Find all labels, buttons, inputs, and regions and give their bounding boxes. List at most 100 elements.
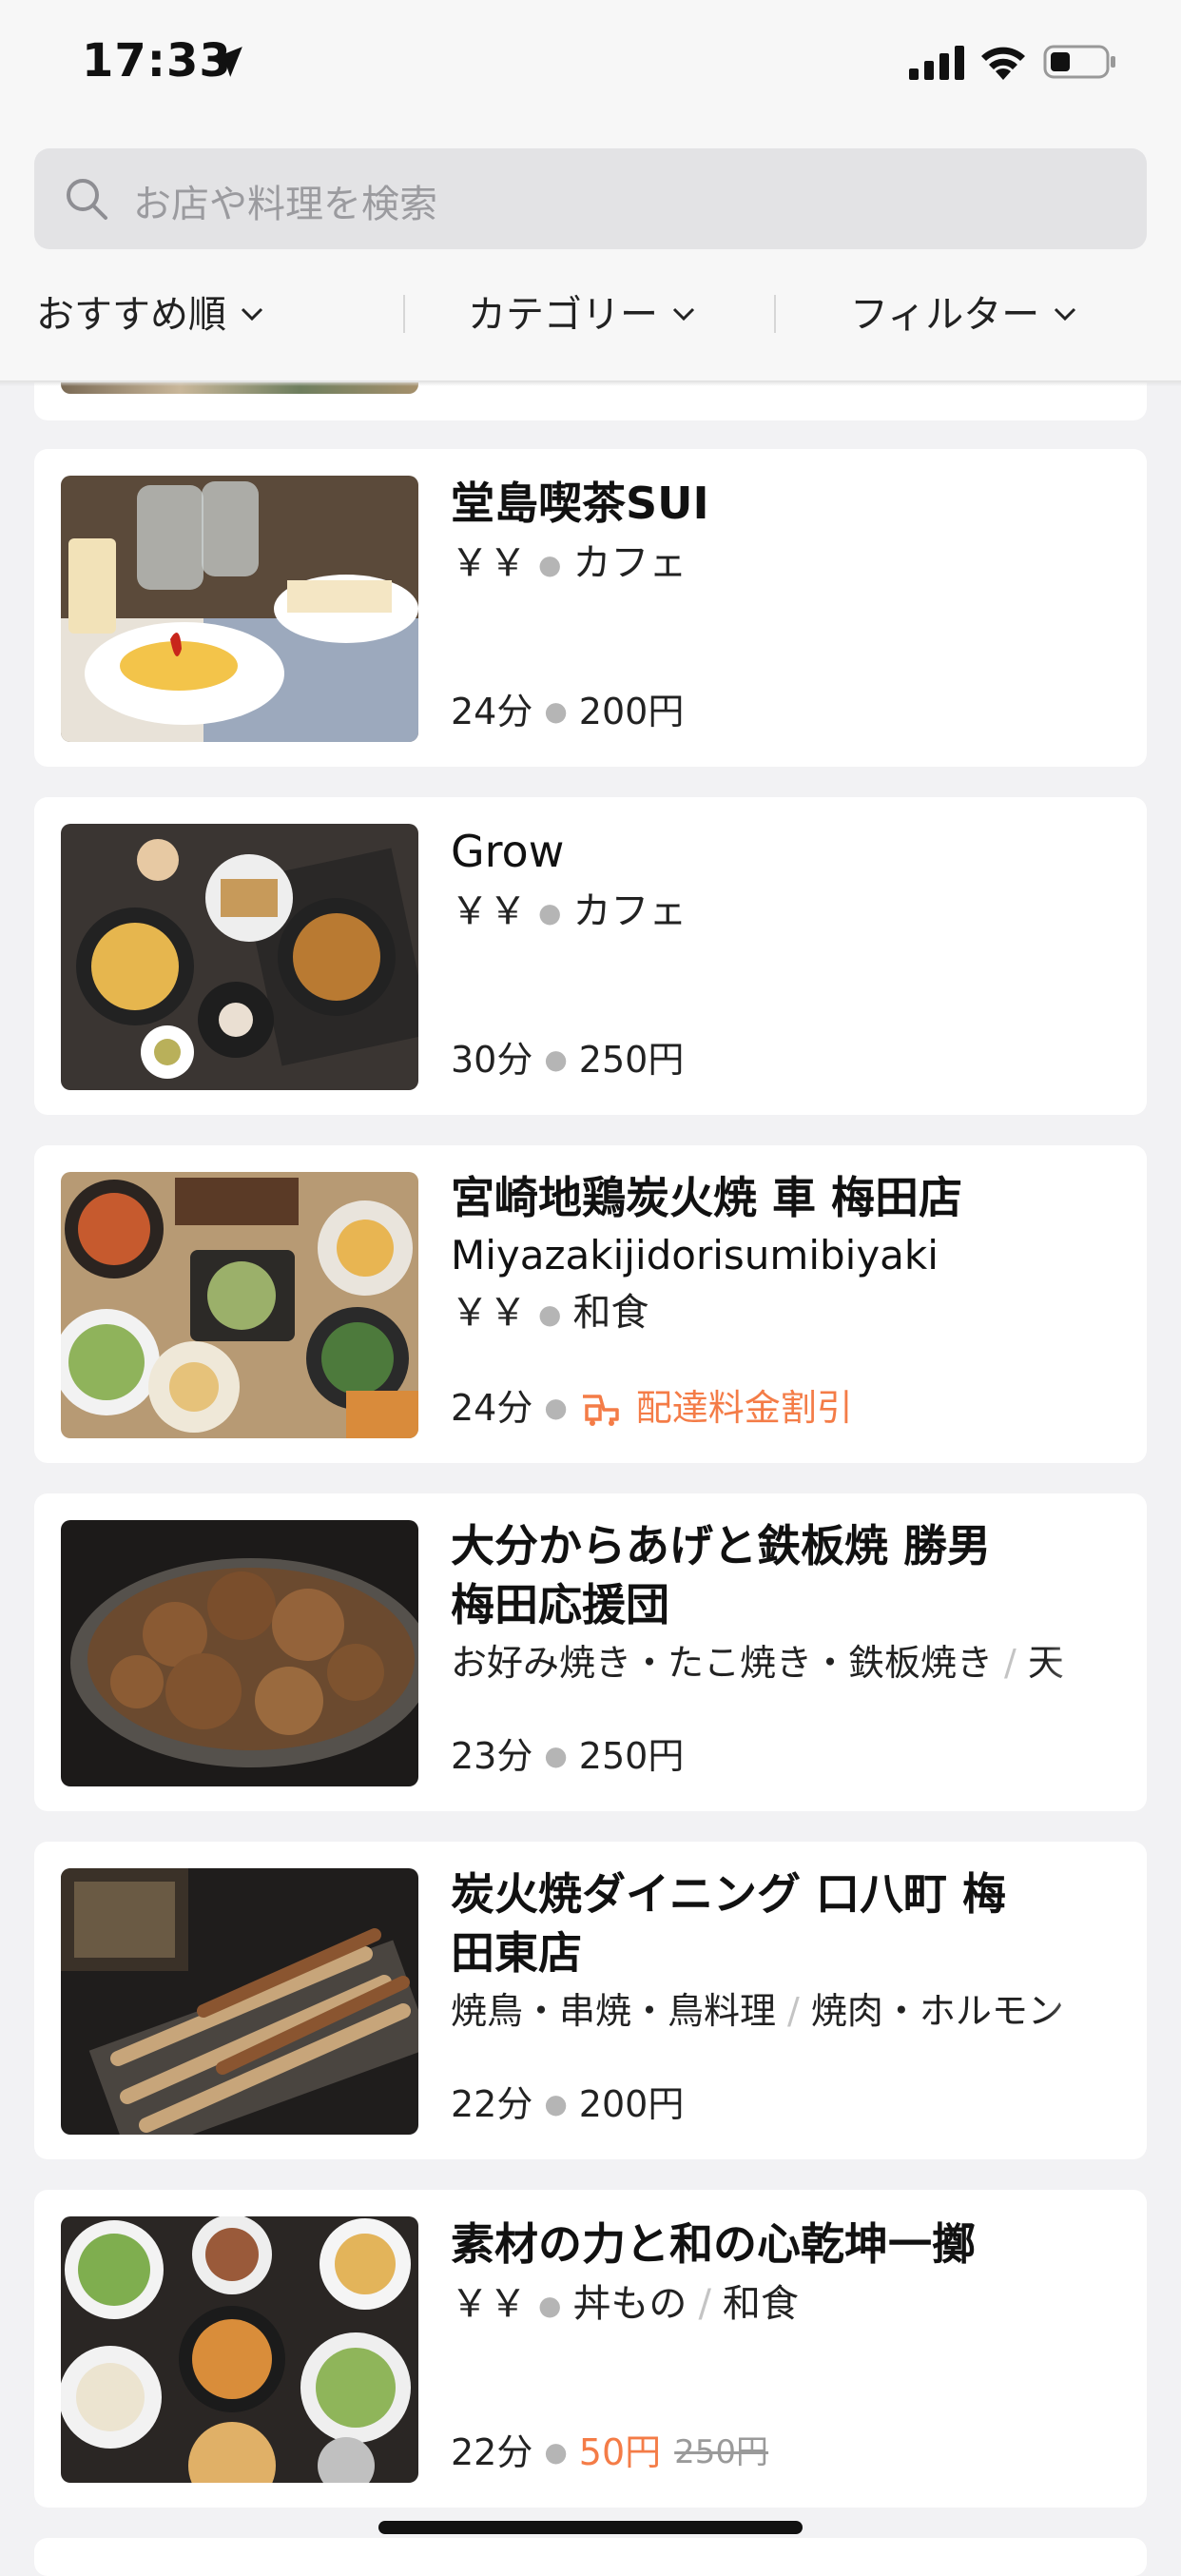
restaurant-info: 宮崎地鶏炭火焼 車 梅田店 Miyazakijidorisumibiyaki ￥…: [451, 1168, 1126, 1444]
restaurant-card[interactable]: Grow ￥￥ ● カフェ 30分 ● 250円: [34, 797, 1147, 1115]
search-icon: [67, 179, 107, 220]
filter-bar: おすすめ順 カテゴリー フィルター: [0, 276, 1181, 352]
restaurant-meta: 焼鳥・串焼・鳥料理 / 焼肉・ホルモン: [451, 1982, 1126, 2039]
sort-label: おすすめ順: [36, 293, 226, 337]
delivery-info: 30分 ● 250円: [451, 1033, 684, 1086]
separator-slash: /: [1004, 1642, 1016, 1684]
separator-slash: /: [698, 2282, 711, 2326]
category-label: カテゴリー: [468, 293, 658, 337]
restaurant-meta: ￥￥ ● カフェ: [451, 535, 1126, 594]
separator-dot: ●: [538, 897, 562, 928]
sort-dropdown[interactable]: おすすめ順: [36, 283, 264, 339]
cuisine-secondary: 天: [1027, 1642, 1064, 1684]
restaurant-name-line2: 田東店: [451, 1927, 582, 1979]
filter-divider: [403, 295, 405, 333]
separator-dot: ●: [544, 2436, 568, 2468]
wifi-icon: [981, 47, 1025, 80]
delivery-info: 22分 ● 50円 250円: [451, 2426, 768, 2479]
price-level: ￥￥: [451, 1291, 527, 1335]
restaurant-image: [61, 824, 418, 1090]
restaurant-card[interactable]: 炭火焼ダイニング 口八町 梅 田東店 焼鳥・串焼・鳥料理 / 焼肉・ホルモン 22分…: [34, 1842, 1147, 2159]
filter-dropdown[interactable]: フィルター: [850, 283, 1077, 339]
restaurant-name: 堂島喫茶SUI: [451, 478, 709, 529]
cuisine-secondary: 焼肉・ホルモン: [810, 1990, 1064, 2032]
cuisine: 和食: [572, 1291, 649, 1335]
separator-dot: ●: [538, 549, 562, 580]
price-level: ￥￥: [451, 541, 527, 585]
header-shadow: [0, 381, 1181, 386]
restaurant-card[interactable]: 堂島喫茶SUI ￥￥ ● カフェ 24分 ● 200円: [34, 449, 1147, 767]
restaurant-info: 炭火焼ダイニング 口八町 梅 田東店 焼鳥・串焼・鳥料理 / 焼肉・ホルモン 22分…: [451, 1864, 1126, 2140]
filter-divider: [774, 295, 776, 333]
cuisine: お好み焼き・たこ焼き・鉄板焼き: [451, 1642, 994, 1684]
delivery-fee: 250円: [578, 1039, 685, 1081]
delivery-fee-original: 250円: [674, 2433, 769, 2471]
restaurant-name: 素材の力と和の心乾坤一擲: [451, 2218, 976, 2270]
restaurant-meta: ￥￥ ● 丼もの / 和食: [451, 2275, 1126, 2334]
separator-dot: ●: [538, 2290, 562, 2321]
category-dropdown[interactable]: カテゴリー: [468, 283, 696, 339]
status-bar: 17:33: [0, 0, 1181, 133]
delivery-info: 24分 ● 200円: [451, 685, 684, 738]
restaurant-name-line1: 大分からあげと鉄板焼 勝男: [451, 1520, 992, 1571]
restaurant-name: 宮崎地鶏炭火焼 車 梅田店: [451, 1172, 963, 1223]
restaurant-meta: お好み焼き・たこ焼き・鉄板焼き / 天: [451, 1634, 1126, 1691]
separator-dot: ●: [544, 1740, 568, 1771]
restaurant-info: 堂島喫茶SUI ￥￥ ● カフェ 24分 ● 200円: [451, 472, 1126, 748]
separator-dot: ●: [538, 1298, 562, 1330]
restaurant-card[interactable]: 素材の力と和の心乾坤一擲 ￥￥ ● 丼もの / 和食 22分 ● 50円 250円: [34, 2190, 1147, 2508]
chevron-down-icon: [241, 307, 263, 322]
restaurant-card[interactable]: 宮崎地鶏炭火焼 車 梅田店 Miyazakijidorisumibiyaki ￥…: [34, 1145, 1147, 1463]
delivery-time: 23分: [451, 1735, 533, 1777]
separator-dot: ●: [544, 2088, 568, 2119]
delivery-time: 22分: [451, 2083, 533, 2125]
restaurant-info: 大分からあげと鉄板焼 勝男 梅田応援団 お好み焼き・たこ焼き・鉄板焼き / 天 23…: [451, 1516, 1126, 1792]
delivery-fee: 250円: [578, 1735, 685, 1777]
restaurant-image: [61, 1520, 418, 1786]
cuisine-secondary: 和食: [722, 2282, 799, 2326]
separator-slash: /: [787, 1990, 800, 2032]
restaurant-name-english: Miyazakijidorisumibiyaki: [451, 1232, 939, 1278]
delivery-info: 23分 ● 250円: [451, 1729, 684, 1783]
search-bar[interactable]: お店や料理を検索: [34, 148, 1147, 249]
restaurant-name: Grow: [451, 826, 565, 877]
restaurant-info: 素材の力と和の心乾坤一擲 ￥￥ ● 丼もの / 和食 22分 ● 50円 250円: [451, 2213, 1126, 2488]
home-indicator[interactable]: [378, 2521, 803, 2534]
restaurant-meta: ￥￥ ● カフェ: [451, 883, 1126, 942]
delivery-time: 30分: [451, 1039, 533, 1081]
separator-dot: ●: [544, 695, 568, 727]
separator-dot: ●: [544, 1044, 568, 1075]
delivery-time: 24分: [451, 691, 533, 732]
price-level: ￥￥: [451, 889, 527, 933]
delivery-time: 24分: [451, 1387, 533, 1429]
delivery-time: 22分: [451, 2431, 533, 2473]
separator-dot: ●: [544, 1392, 568, 1423]
location-arrow-icon: [212, 47, 242, 77]
search-input[interactable]: お店や料理を検索: [133, 173, 437, 228]
header: 17:33 お店や料理を検索 おすすめ順 カテゴリー フィルター: [0, 0, 1181, 382]
restaurant-info: Grow ￥￥ ● カフェ 30分 ● 250円: [451, 820, 1126, 1096]
battery-icon: [1043, 45, 1115, 79]
chevron-down-icon: [672, 307, 695, 322]
restaurant-card-partial[interactable]: [34, 2538, 1147, 2576]
delivery-info: 22分 ● 200円: [451, 2078, 684, 2131]
delivery-discount-icon: [582, 1395, 619, 1426]
cuisine: カフェ: [572, 541, 687, 585]
cuisine: カフェ: [572, 889, 687, 933]
restaurant-image: [61, 2216, 418, 2483]
price-level: ￥￥: [451, 2282, 527, 2326]
filter-label: フィルター: [850, 293, 1040, 337]
restaurant-image: [61, 1172, 418, 1438]
restaurant-name-line1: 炭火焼ダイニング 口八町 梅: [451, 1868, 1007, 1920]
delivery-info: 24分 ● 配達料金割引: [451, 1381, 853, 1434]
delivery-fee: 200円: [578, 691, 685, 732]
restaurant-card[interactable]: 大分からあげと鉄板焼 勝男 梅田応援団 お好み焼き・たこ焼き・鉄板焼き / 天 23…: [34, 1493, 1147, 1811]
delivery-fee: 200円: [578, 2083, 685, 2125]
restaurant-image: [61, 476, 418, 742]
restaurant-image: [61, 1868, 418, 2135]
cuisine: 丼もの: [572, 2282, 687, 2326]
chevron-down-icon: [1055, 307, 1076, 322]
cuisine: 焼鳥・串焼・鳥料理: [451, 1990, 777, 2032]
cellular-signal-icon: [909, 46, 964, 80]
delivery-fee-discounted: 50円: [578, 2431, 662, 2473]
